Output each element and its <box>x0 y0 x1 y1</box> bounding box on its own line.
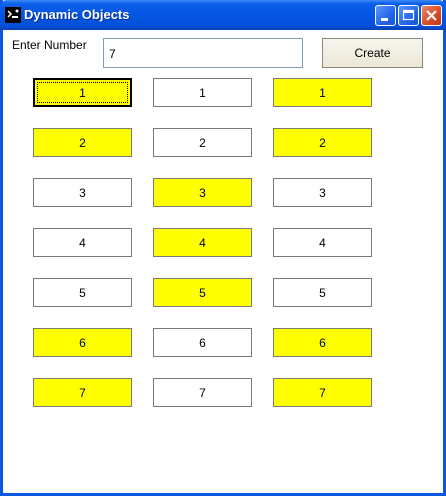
grid-button-r7-c1[interactable]: 7 <box>33 378 132 407</box>
client-area: Enter Number Create 11122233344455566677… <box>3 30 443 493</box>
grid-button-r1-c1[interactable]: 1 <box>33 78 132 107</box>
grid-button-r1-c3[interactable]: 1 <box>273 78 372 107</box>
grid-button-r6-c3[interactable]: 6 <box>273 328 372 357</box>
close-button[interactable] <box>421 5 442 26</box>
grid-button-r7-c2[interactable]: 7 <box>153 378 252 407</box>
grid-button-r3-c3[interactable]: 3 <box>273 178 372 207</box>
window-title: Dynamic Objects <box>24 7 130 22</box>
enter-number-label: Enter Number <box>12 38 87 52</box>
minimize-icon <box>381 18 388 21</box>
grid-button-r5-c2[interactable]: 5 <box>153 278 252 307</box>
grid-button-r2-c2[interactable]: 2 <box>153 128 252 157</box>
app-icon[interactable] <box>5 7 21 23</box>
grid-button-r1-c2[interactable]: 1 <box>153 78 252 107</box>
grid-button-r2-c1[interactable]: 2 <box>33 128 132 157</box>
create-button[interactable]: Create <box>322 38 423 68</box>
grid-button-r2-c3[interactable]: 2 <box>273 128 372 157</box>
maximize-icon <box>402 9 415 21</box>
maximize-button[interactable] <box>398 5 419 26</box>
title-bar[interactable]: Dynamic Objects <box>0 0 446 30</box>
number-input[interactable] <box>103 38 303 68</box>
grid-button-r3-c2[interactable]: 3 <box>153 178 252 207</box>
grid-button-r5-c3[interactable]: 5 <box>273 278 372 307</box>
grid-button-r6-c2[interactable]: 6 <box>153 328 252 357</box>
grid-button-r3-c1[interactable]: 3 <box>33 178 132 207</box>
minimize-button[interactable] <box>375 5 396 26</box>
grid-button-r4-c1[interactable]: 4 <box>33 228 132 257</box>
grid-button-r6-c1[interactable]: 6 <box>33 328 132 357</box>
close-icon <box>426 10 437 21</box>
grid-button-r7-c3[interactable]: 7 <box>273 378 372 407</box>
grid-button-r5-c1[interactable]: 5 <box>33 278 132 307</box>
app-window: Dynamic Objects Enter Number Create 1112… <box>0 0 446 496</box>
grid-button-r4-c2[interactable]: 4 <box>153 228 252 257</box>
grid-button-r4-c3[interactable]: 4 <box>273 228 372 257</box>
